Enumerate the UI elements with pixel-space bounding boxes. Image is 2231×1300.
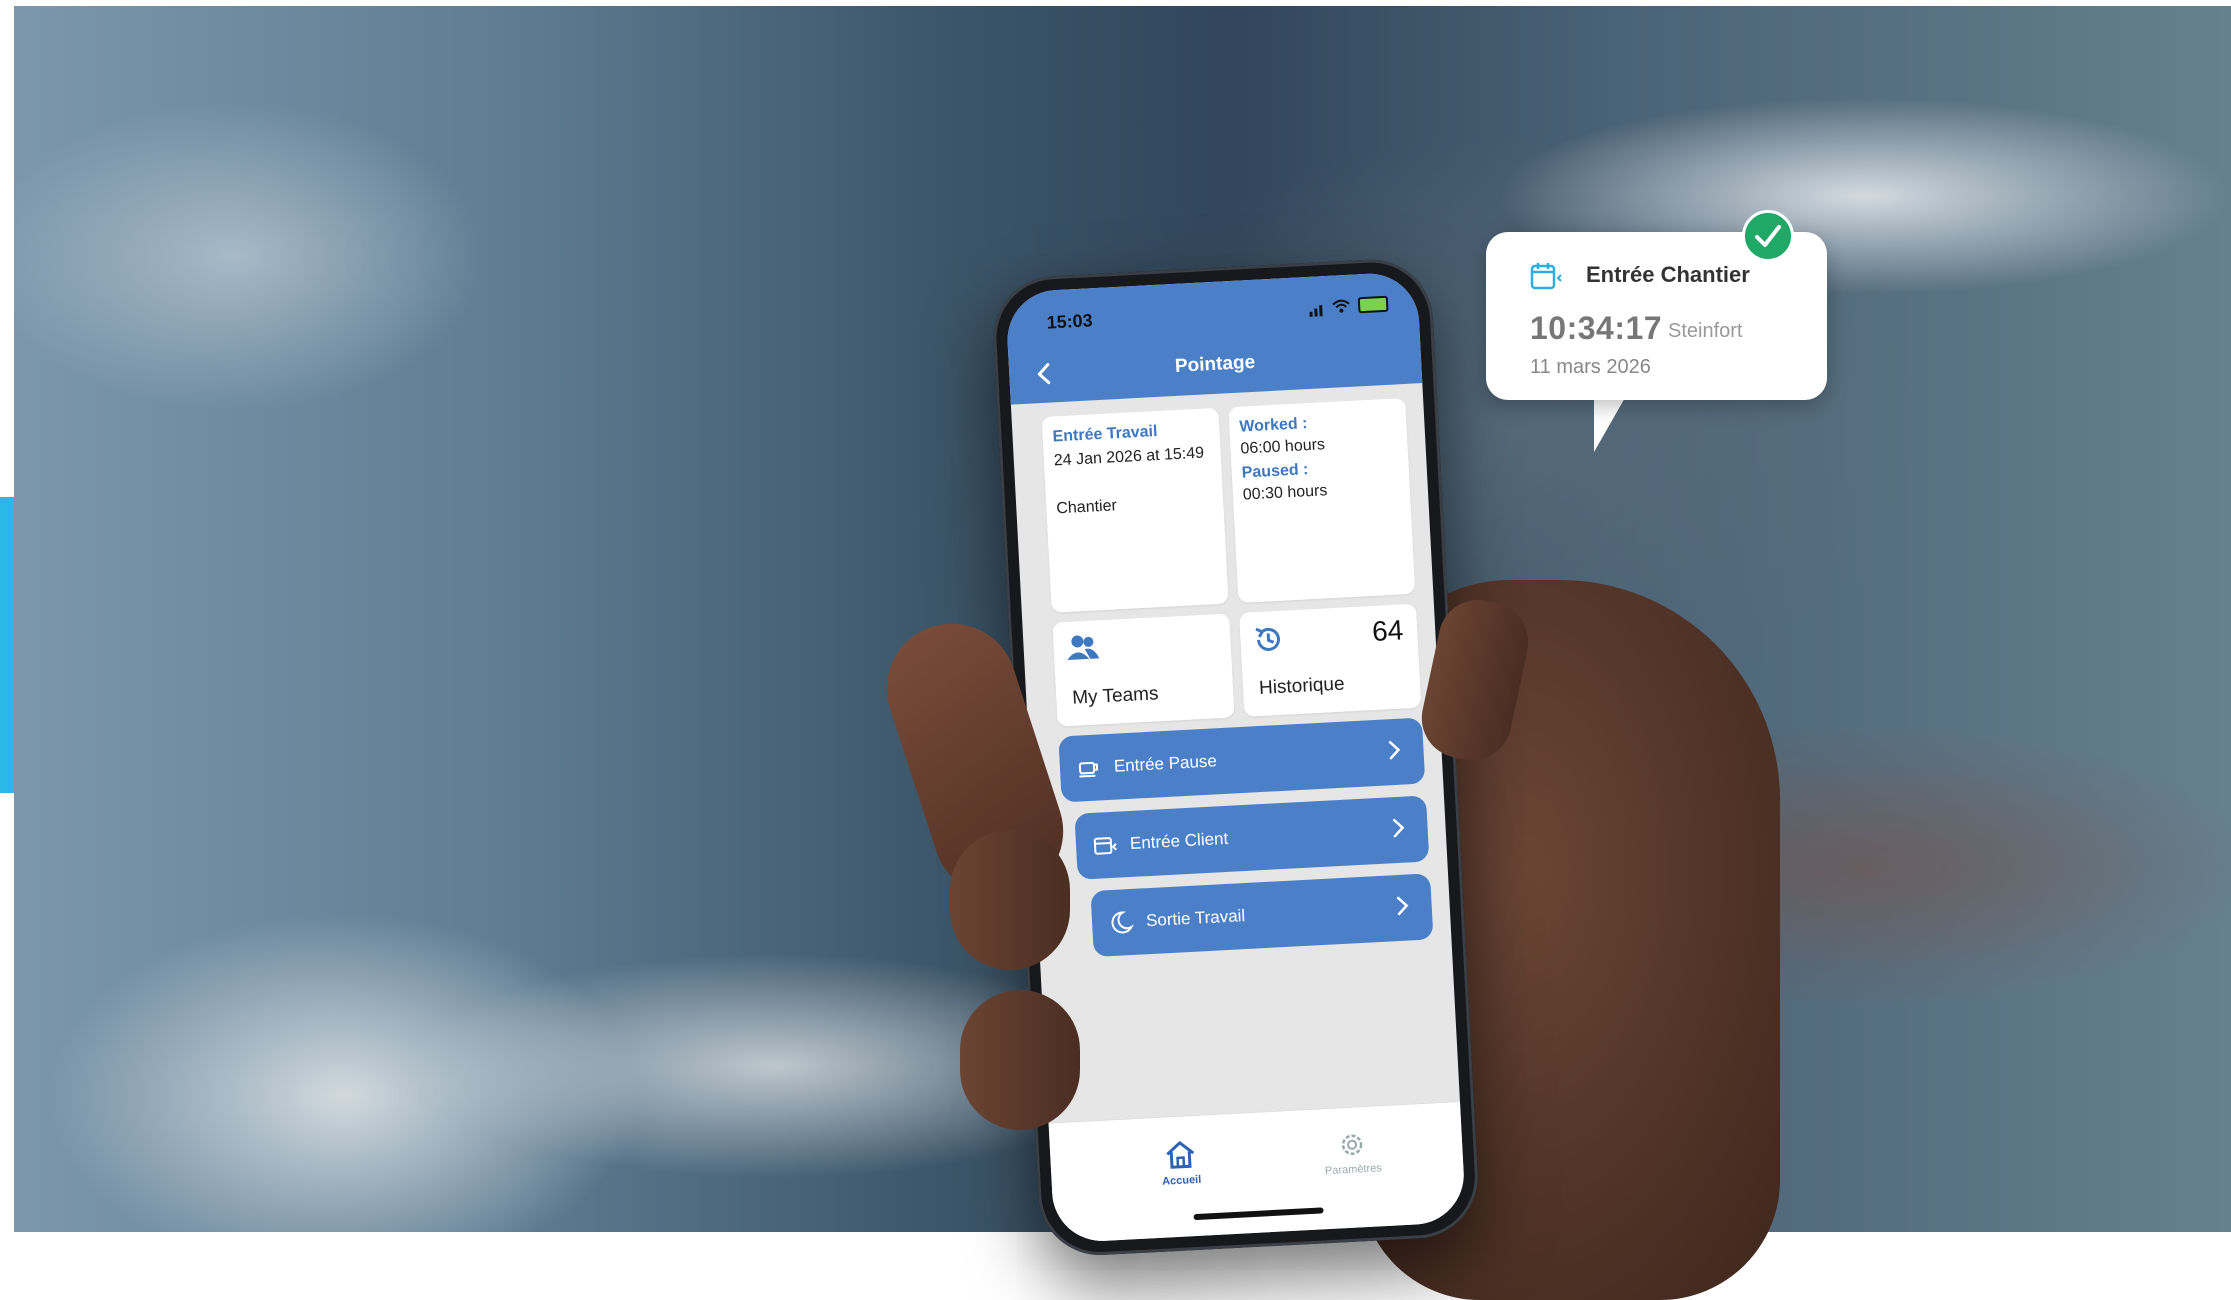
calendar-icon — [1530, 263, 1562, 290]
action-label: Entrée Pause — [1113, 751, 1218, 776]
chevron-right-icon — [1392, 818, 1405, 838]
paused-value: 00:30 hours — [1242, 482, 1328, 504]
signal-icon — [1309, 298, 1325, 317]
notification-date: 11 mars 2026 — [1530, 356, 1651, 378]
bottom-tab-bar: Accueil Paramètres — [1048, 1101, 1467, 1244]
bubble-tail — [1594, 396, 1626, 452]
team-icon — [1067, 635, 1100, 661]
action-entree-pause[interactable]: Entrée Pause — [1058, 717, 1426, 803]
finger — [960, 990, 1080, 1130]
finger — [950, 830, 1070, 970]
page-title: Pointage — [1174, 351, 1256, 377]
time-stats-card: Worked : 06:00 hours Paused : 00:30 hour… — [1228, 397, 1416, 603]
chevron-right-icon — [1396, 896, 1409, 916]
battery-icon — [1357, 295, 1389, 314]
tab-settings[interactable]: Paramètres — [1301, 1127, 1403, 1178]
entry-datetime: 24 Jan 2026 at 15:49 — [1053, 444, 1205, 470]
wifi-icon — [1332, 299, 1350, 313]
coffee-cup-icon — [1078, 761, 1099, 778]
left-accent-bar — [0, 497, 14, 793]
status-icons — [1309, 295, 1389, 317]
entry-label: Entrée Travail — [1052, 422, 1158, 446]
tab-settings-label: Paramètres — [1324, 1162, 1383, 1178]
action-label: Sortie Travail — [1145, 906, 1246, 931]
calendar-icon — [1093, 837, 1117, 855]
entry-card[interactable]: Entrée Travail 24 Jan 2026 at 15:49 Chan… — [1041, 407, 1229, 613]
notification-time: 10:34:17 — [1530, 310, 1663, 346]
checkmark-icon — [1742, 210, 1794, 262]
history-label: Historique — [1258, 673, 1346, 699]
tab-home[interactable]: Accueil — [1130, 1136, 1232, 1189]
action-label: Entrée Client — [1129, 828, 1229, 853]
action-sortie-travail[interactable]: Sortie Travail — [1090, 873, 1434, 958]
gear-icon — [1341, 1134, 1363, 1156]
status-time: 15:03 — [1046, 310, 1094, 333]
my-teams-label: My Teams — [1071, 683, 1159, 709]
chevron-right-icon — [1388, 740, 1401, 760]
action-entree-client[interactable]: Entrée Client — [1074, 795, 1430, 880]
home-indicator — [1193, 1207, 1324, 1221]
home-icon — [1166, 1141, 1195, 1169]
dashboard: Entrée Travail 24 Jan 2026 at 15:49 Chan… — [1011, 383, 1452, 960]
tab-home-label: Accueil — [1161, 1173, 1202, 1188]
history-count: 64 — [1371, 614, 1405, 647]
my-teams-card[interactable]: My Teams — [1052, 613, 1235, 727]
notification-place: Steinfort — [1668, 320, 1743, 342]
notification-title: Entrée Chantier — [1586, 262, 1750, 287]
app-header: 15:03 Pointage — [1005, 271, 1423, 405]
entry-location: Chantier — [1055, 497, 1118, 518]
moon-icon — [1111, 911, 1134, 934]
worked-value: 06:00 hours — [1240, 436, 1326, 458]
history-card[interactable]: 64 Historique — [1239, 603, 1422, 717]
history-icon — [1255, 627, 1281, 651]
phone-screen: 15:03 Pointage Entrée Travail 24 Jan 202… — [1005, 271, 1467, 1244]
